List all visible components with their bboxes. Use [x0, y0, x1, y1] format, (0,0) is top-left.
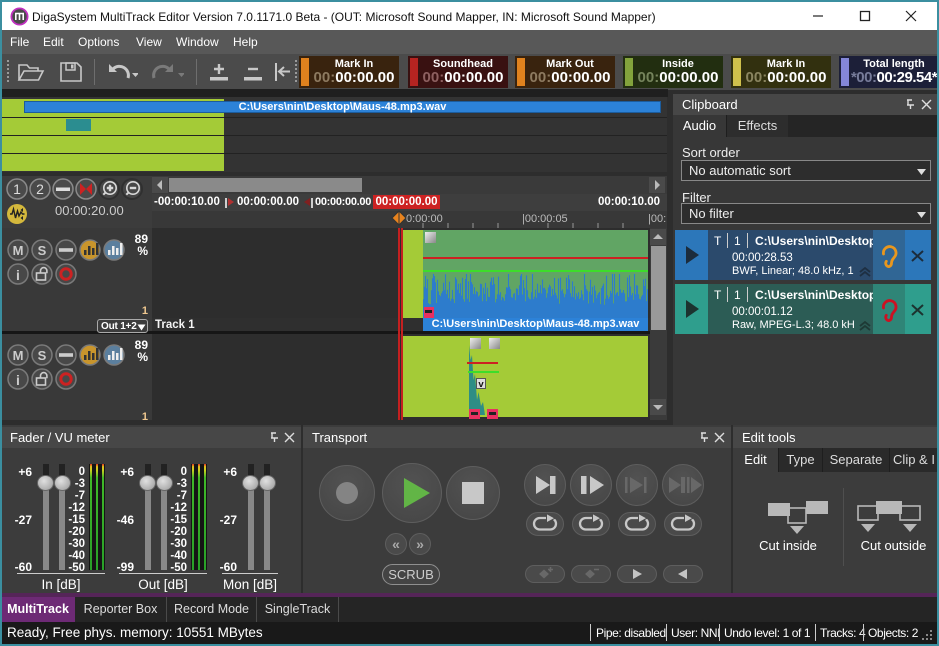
svg-text:M: M	[13, 348, 24, 363]
svg-text:1: 1	[13, 181, 21, 197]
svg-text:i: i	[16, 372, 20, 388]
svg-text:2: 2	[36, 181, 44, 197]
svg-text:S: S	[38, 243, 47, 258]
svg-text:i: i	[16, 267, 20, 283]
svg-text:M: M	[13, 243, 24, 258]
svg-text:S: S	[38, 348, 47, 363]
